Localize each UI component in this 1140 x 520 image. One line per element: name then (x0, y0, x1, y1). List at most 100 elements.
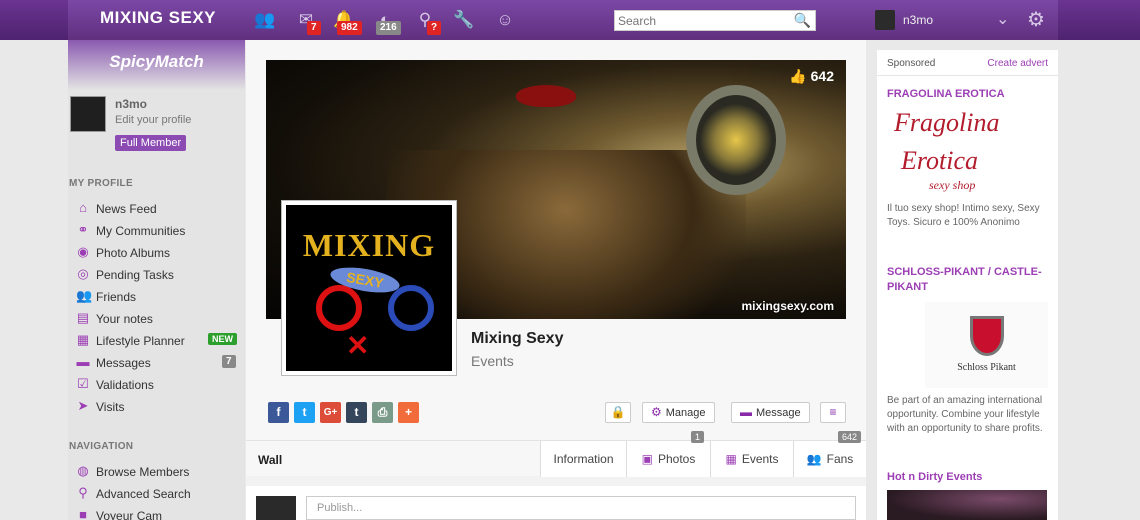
site-logo-text: MIXING SEXY (100, 8, 217, 27)
facebook-share-button[interactable]: f (268, 402, 289, 423)
edit-profile-link[interactable]: Edit your profile (115, 114, 191, 126)
sidebar-item-visits[interactable]: ➤ Visits (76, 398, 236, 418)
tasks-icon: ◎ (77, 266, 89, 281)
gear-icon[interactable]: ⚙ (1027, 7, 1045, 32)
spicymatch-banner-text: SpicyMatch (109, 52, 204, 71)
menu-button[interactable]: ≡ (820, 402, 846, 423)
places-badge: ? (427, 21, 442, 35)
sidebar-item-friends[interactable]: 👥 Friends (76, 288, 236, 308)
sidebar-item-browse-members[interactable]: ◍ Browse Members (76, 463, 236, 483)
create-advert-link[interactable]: Create advert (987, 58, 1048, 69)
calendar-icon: ▦ (725, 452, 737, 466)
sidebar-item-your-notes[interactable]: ▤ Your notes (76, 310, 236, 330)
tab-information-label: Information (553, 452, 614, 466)
sponsored-label: Sponsored (887, 58, 936, 69)
search-box[interactable]: 🔍 (614, 10, 816, 31)
ad-schloss-title[interactable]: SCHLOSS-PIKANT / CASTLE-PIKANT (887, 265, 1047, 295)
tab-information[interactable]: Information (540, 441, 626, 477)
lock-button[interactable]: 🔒 (605, 402, 631, 423)
ad-fragolina-logo[interactable]: Fragolina Erotica sexy shop (889, 108, 1049, 198)
sidebar-item-advanced-search[interactable]: ⚲ Advanced Search (76, 485, 236, 505)
group-tabs: Wall Information ▣ Photos 1 ▦ Events 👥 Fans… (246, 431, 866, 477)
spicymatch-banner[interactable]: SpicyMatch (68, 40, 245, 90)
lock-icon: 🔒 (610, 405, 626, 419)
sidebar-item-label: Voyeur Cam (96, 509, 163, 520)
gear-icon: ⚙ (651, 405, 662, 419)
ad-hot-events-title[interactable]: Hot n Dirty Events (887, 471, 982, 483)
sidebar-item-pending-tasks[interactable]: ◎ Pending Tasks (76, 266, 236, 286)
sidebar-item-photo-albums[interactable]: ◉ Photo Albums (76, 244, 236, 264)
logo-blue-circle (388, 285, 434, 331)
tab-wall[interactable]: Wall (258, 453, 282, 467)
tumblr-share-button[interactable]: t (346, 402, 367, 423)
globe-icon: ◍ (77, 463, 89, 478)
sidebar-item-label: Photo Albums (96, 246, 171, 260)
google-plus-share-button[interactable]: G+ (320, 402, 341, 423)
main-content: 👍 642 mixingsexy.com MIXING SEXY ✕ Mixin… (246, 40, 866, 520)
sidebar-item-my-communities[interactable]: ⚭ My Communities (76, 222, 236, 242)
sidebar-item-label: My Communities (96, 224, 186, 238)
ad-fragolina-logo-text-1: Fragolina (894, 108, 1000, 137)
ad-hot-events-image[interactable] (887, 490, 1047, 520)
sidebar-item-label: Your notes (96, 312, 153, 326)
profile-name[interactable]: n3mo (115, 97, 147, 111)
search-input[interactable] (615, 11, 790, 30)
hamburger-icon: ≡ (829, 405, 837, 419)
crest-icon (969, 316, 1004, 356)
divider (877, 75, 1058, 76)
camera-icon: ◉ (77, 244, 89, 259)
logo-red-circle (316, 285, 362, 331)
publish-input[interactable]: Publish... (306, 496, 856, 520)
group-name: Mixing Sexy (471, 330, 564, 347)
more-share-button[interactable]: + (398, 402, 419, 423)
twitter-share-button[interactable]: t (294, 402, 315, 423)
group-header-card: 👍 642 mixingsexy.com MIXING SEXY ✕ Mixin… (246, 40, 866, 477)
cursor-icon: ➤ (77, 398, 89, 413)
fans-count-badge: 642 (838, 431, 862, 443)
group-logo[interactable]: MIXING SEXY ✕ (281, 200, 457, 376)
message-button[interactable]: ▬ Message (731, 402, 810, 423)
tab-events-label: Events (741, 452, 779, 466)
user-avatar[interactable] (875, 10, 895, 30)
group-logo-image: MIXING SEXY ✕ (286, 205, 452, 371)
tab-events[interactable]: ▦ Events (710, 441, 793, 477)
tab-fans[interactable]: 👥 Fans 642 (793, 431, 866, 477)
sidebar-item-label: Lifestyle Planner (96, 334, 185, 348)
sidebar-item-voyeur-cam[interactable]: ■ Voyeur Cam (76, 507, 236, 520)
tab-fans-label: Fans (826, 452, 854, 466)
home-icon: ⌂ (79, 200, 87, 215)
fans-icon: 👥 (806, 452, 822, 466)
message-label: Message (756, 407, 801, 419)
search-icon[interactable]: 🔍 (794, 12, 811, 29)
chevron-down-icon[interactable]: ⌄ (996, 9, 1009, 29)
ad-schloss-logo[interactable]: Schloss Pikant (925, 302, 1048, 388)
group-logo-title: MIXING (302, 227, 436, 263)
publisher-avatar (256, 496, 296, 520)
tab-photos[interactable]: ▣ Photos 1 (626, 431, 710, 477)
manage-label: Manage (665, 407, 706, 419)
mask-icon[interactable]: ☺ (494, 10, 516, 30)
navigation-heading: NAVIGATION (69, 441, 134, 452)
membership-badge[interactable]: Full Member (115, 135, 187, 151)
messages-badge: 7 (307, 21, 321, 35)
ad-fragolina-title[interactable]: FRAGOLINA EROTICA (887, 88, 1005, 100)
sidebar-item-news-feed[interactable]: ⌂ News Feed (76, 200, 236, 220)
likes-counter[interactable]: 👍 642 (789, 68, 834, 85)
manage-button[interactable]: ⚙ Manage (642, 402, 715, 423)
sidebar-item-lifestyle-planner[interactable]: ▦ Lifestyle Planner NEW (76, 332, 237, 352)
user-name[interactable]: n3mo (903, 13, 933, 27)
cover-headphone-shape (686, 85, 786, 195)
sidebar-item-messages[interactable]: ▬ Messages 7 (76, 354, 236, 374)
chat-icon: ▬ (76, 354, 90, 369)
profile-summary: n3mo Edit your profile Full Member (68, 90, 245, 160)
site-logo[interactable]: MIXING SEXY (100, 8, 216, 28)
wrench-icon[interactable]: 🔧 (453, 10, 475, 30)
sidebar-item-validations[interactable]: ☑ Validations (76, 376, 236, 396)
communities-icon: ⚭ (77, 222, 89, 237)
sponsored-column: Sponsored Create advert FRAGOLINA EROTIC… (877, 50, 1058, 520)
cover-watermark: mixingsexy.com (741, 299, 834, 313)
print-button[interactable]: ⎙ (372, 402, 393, 423)
chat-icon: ▬ (740, 405, 752, 419)
members-icon[interactable]: 👥 (254, 10, 276, 30)
profile-avatar[interactable] (70, 96, 106, 132)
